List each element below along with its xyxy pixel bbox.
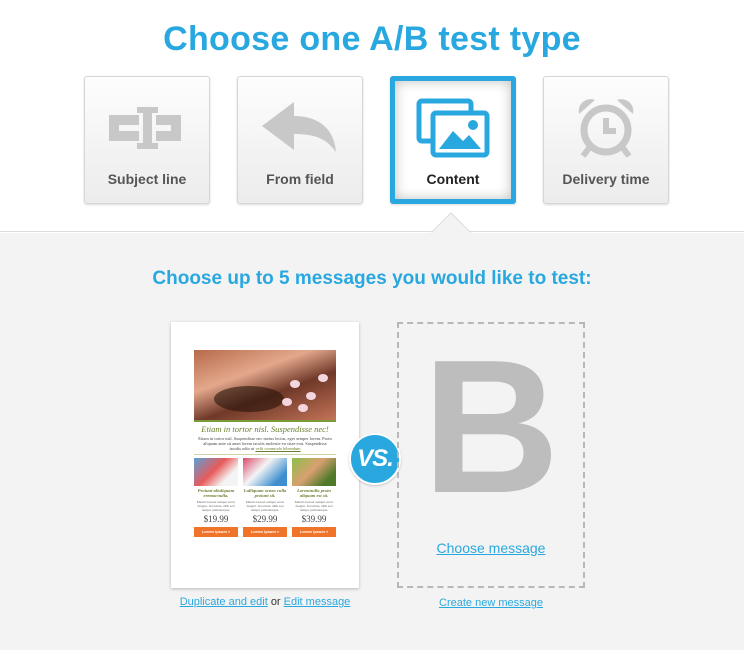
test-type-label: From field bbox=[266, 171, 334, 187]
reply-arrow-icon bbox=[238, 93, 362, 163]
test-type-subject-line[interactable]: Subject line bbox=[84, 76, 210, 204]
product-price: $19.99 bbox=[203, 514, 229, 524]
edit-message-link[interactable]: Edit message bbox=[284, 596, 351, 608]
duplicate-and-edit-link[interactable]: Duplicate and edit bbox=[180, 596, 268, 608]
product-image bbox=[243, 458, 287, 486]
choose-message-link[interactable]: Choose message bbox=[397, 540, 585, 556]
test-type-delivery-time[interactable]: Delivery time bbox=[543, 76, 669, 204]
message-a-preview: Etiam in tortor nisl. Suspendisse nec! E… bbox=[194, 350, 336, 546]
product-desc: Mauris laoreet semper est ut feugiat. In… bbox=[196, 500, 236, 512]
product-price: $39.99 bbox=[301, 514, 327, 524]
or-text: or bbox=[270, 596, 281, 608]
product-column: Loremnulla proin aliquam est sit. Mauris… bbox=[292, 458, 336, 537]
product-button: Lorem ipsum » bbox=[292, 527, 336, 537]
vs-badge: VS. bbox=[349, 433, 401, 485]
test-type-label: Content bbox=[426, 171, 480, 187]
message-a-card[interactable]: Etiam in tortor nisl. Suspendisse nec! E… bbox=[171, 322, 359, 588]
test-type-from-field[interactable]: From field bbox=[237, 76, 363, 204]
product-price: $29.99 bbox=[252, 514, 278, 524]
preview-body: Etiam in tortor nisl. Suspendisse nec me… bbox=[198, 436, 332, 451]
product-image bbox=[194, 458, 238, 486]
product-name: Loremnulla proin aliquam est sit. bbox=[297, 488, 331, 498]
messages-heading: Choose up to 5 messages you would like t… bbox=[152, 268, 592, 289]
product-column: Proiunt aliuliquam eremacnulla. Mauris l… bbox=[194, 458, 238, 537]
product-name: Proiunt aliuliquam eremacnulla. bbox=[197, 488, 235, 498]
preview-headline: Etiam in tortor nisl. Suspendisse nec! bbox=[201, 424, 329, 434]
create-new-message-link[interactable]: Create new message bbox=[397, 597, 585, 609]
test-type-label: Delivery time bbox=[562, 171, 650, 187]
product-desc: Mauris laoreet semper est ut feugiat. In… bbox=[294, 500, 334, 512]
product-button: Lorem ipsum » bbox=[243, 527, 287, 537]
message-a-actions: Duplicate and edit or Edit message bbox=[171, 596, 359, 608]
product-image bbox=[292, 458, 336, 486]
hero-image bbox=[194, 350, 336, 420]
alarm-clock-icon bbox=[544, 93, 668, 163]
test-type-panel: Choose one A/B test type Subject line Fr… bbox=[0, 0, 744, 232]
page-title: Choose one A/B test type bbox=[163, 20, 581, 58]
placeholder-letter: B bbox=[422, 321, 560, 533]
product-button: Lorem ipsum » bbox=[194, 527, 238, 537]
product-column: Lulliquam ornea culla proiunt sit. Mauri… bbox=[243, 458, 287, 537]
images-icon bbox=[395, 93, 511, 163]
product-desc: Mauris laoreet semper est ut feugiat. In… bbox=[245, 500, 285, 512]
test-type-content[interactable]: Content bbox=[390, 76, 516, 204]
product-name: Lulliquam ornea culla proiunt sit. bbox=[243, 488, 287, 498]
test-type-label: Subject line bbox=[107, 171, 187, 187]
subject-line-icon bbox=[85, 93, 209, 163]
